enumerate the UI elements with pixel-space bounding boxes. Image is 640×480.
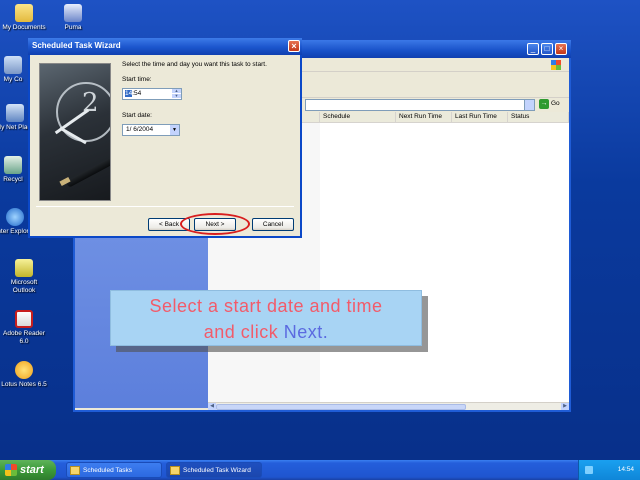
close-button[interactable]: × — [288, 40, 300, 52]
scroll-left-icon[interactable]: ◀ — [208, 403, 216, 410]
taskbar-item-scheduled-tasks[interactable]: Scheduled Tasks — [66, 462, 162, 478]
dialog-title: Scheduled Task Wizard — [32, 41, 121, 50]
button-separator — [36, 206, 294, 207]
folder-icon — [70, 466, 80, 475]
start-label: start — [20, 464, 44, 476]
callout-line-2: and click Next. — [111, 319, 421, 345]
minimize-button[interactable]: _ — [527, 43, 539, 55]
taskbar-item-wizard[interactable]: Scheduled Task Wizard — [166, 462, 262, 478]
dialog-titlebar: Scheduled Task Wizard × — [28, 38, 302, 55]
desktop-icon-lotus-notes[interactable]: Lotus Notes 6.5 — [1, 361, 47, 389]
windows-logo-icon — [551, 60, 561, 70]
start-date-value: 1/ 6/2004 — [126, 126, 154, 133]
callout-next-highlight: Next. — [283, 322, 329, 342]
desktop-icon-outlook[interactable]: Microsoft Outlook — [1, 259, 47, 295]
next-highlight-ring — [180, 213, 250, 235]
desktop-icon-my-documents[interactable]: My Documents — [1, 4, 47, 32]
column-header-last-run[interactable]: Last Run Time — [452, 112, 508, 123]
spin-down-icon[interactable]: ▼ — [172, 94, 181, 99]
lotus-notes-icon — [15, 361, 33, 379]
folder-icon — [170, 466, 180, 475]
callout-line-2-text: and click — [203, 322, 284, 342]
tray-icon[interactable] — [585, 466, 593, 474]
column-header-schedule[interactable]: Schedule — [320, 112, 396, 123]
close-button[interactable]: × — [555, 43, 567, 55]
go-button[interactable]: → Go — [539, 99, 565, 111]
spinner-arrows[interactable]: ▲ ▼ — [172, 89, 181, 99]
wizard-instruction: Select the time and day you want this ta… — [122, 61, 267, 68]
start-time-spinner[interactable]: 14:54 ▲ ▼ — [122, 88, 182, 100]
column-header-next-run[interactable]: Next Run Time — [396, 112, 452, 123]
adobe-reader-icon — [15, 310, 33, 328]
scroll-thumb[interactable] — [216, 404, 466, 410]
puma-icon — [64, 4, 82, 22]
maximize-button[interactable]: □ — [541, 43, 553, 55]
go-arrow-icon: → — [539, 99, 549, 109]
chevron-down-icon[interactable] — [524, 100, 534, 110]
clock[interactable]: 14:54 — [618, 460, 634, 480]
taskbar-item-label: Scheduled Task Wizard — [183, 467, 251, 474]
taskbar-item-label: Scheduled Tasks — [83, 467, 133, 474]
start-time-minute[interactable]: :54 — [132, 90, 141, 97]
cancel-button[interactable]: Cancel — [252, 218, 294, 231]
computer-icon — [4, 56, 22, 74]
start-time-label: Start time: — [122, 76, 152, 83]
system-tray: 14:54 — [578, 460, 640, 480]
windows-flag-icon — [5, 464, 17, 476]
internet-explorer-icon — [6, 208, 24, 226]
callout-line-1: Select a start date and time — [149, 296, 383, 316]
wizard-clock-image: 2 — [39, 63, 111, 201]
start-button[interactable]: start — [0, 460, 56, 480]
outlook-icon — [15, 259, 33, 277]
start-date-picker[interactable]: 1/ 6/2004 ▼ — [122, 124, 180, 136]
column-header-status[interactable]: Status — [508, 112, 569, 123]
address-field[interactable] — [305, 99, 535, 111]
tutorial-callout: Select a start date and time and click N… — [110, 290, 422, 346]
desktop-icon-adobe-reader[interactable]: Adobe Reader 6.0 — [1, 310, 47, 346]
desktop-icon-label: My Documents — [2, 24, 46, 31]
horizontal-scrollbar[interactable]: ◀ ▶ — [208, 402, 569, 410]
desktop-icon-puma[interactable]: Puma — [50, 4, 96, 32]
fountain-pen-shape — [65, 155, 110, 188]
scheduled-task-wizard-dialog: Scheduled Task Wizard × 2 Select the tim… — [28, 38, 302, 238]
desktop: My Documents Puma My Co My Net Place Rec… — [0, 0, 640, 460]
folder-icon — [15, 4, 33, 22]
network-icon — [6, 104, 24, 122]
start-date-label: Start date: — [122, 112, 152, 119]
taskbar: start Scheduled Tasks Scheduled Task Wiz… — [0, 460, 640, 480]
chevron-down-icon[interactable]: ▼ — [170, 125, 179, 135]
recycle-bin-icon — [4, 156, 22, 174]
go-label: Go — [551, 100, 560, 107]
desktop-icon-label: Lotus Notes 6.5 — [1, 381, 47, 388]
desktop-icon-label: Microsoft Outlook — [10, 279, 38, 294]
desktop-icon-label: Puma — [64, 24, 82, 31]
desktop-icon-label: Adobe Reader 6.0 — [3, 330, 45, 345]
scroll-right-icon[interactable]: ▶ — [561, 403, 569, 410]
